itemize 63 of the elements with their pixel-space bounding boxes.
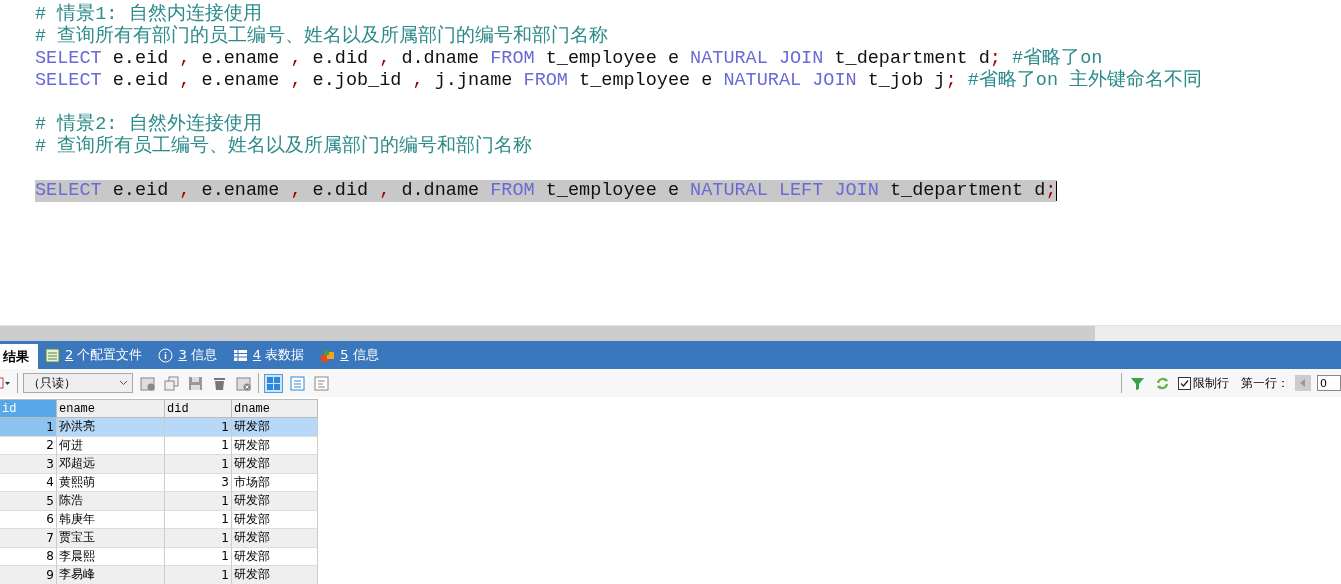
limit-rows-checkbox[interactable]: 限制行 xyxy=(1178,374,1229,392)
table-cell: 1 xyxy=(0,418,57,437)
text-view-icon xyxy=(314,375,329,391)
first-row-label: 第一行： xyxy=(1241,374,1289,392)
first-row-field[interactable]: 0 xyxy=(1317,375,1341,391)
horizontal-scrollbar[interactable] xyxy=(0,325,1341,341)
grid-view-button[interactable] xyxy=(264,373,283,393)
table-cell: 1 xyxy=(165,455,232,474)
code-line: # 查询所有员工编号、姓名以及所属部门的编号和部门名称 xyxy=(35,136,533,158)
code-line: SELECT e.eid , e.ename , e.job_id , j.jname FROM t_employee e NATURAL JOIN t_job j; #省略了on 主外键命名不同 xyxy=(35,70,1203,92)
result-tab[interactable]: 3 信息 xyxy=(155,341,226,369)
table-cell: 研发部 xyxy=(232,529,318,548)
column-header[interactable]: ename xyxy=(57,400,165,418)
table-icon xyxy=(45,347,60,363)
table-cell: 3 xyxy=(0,455,57,474)
chevron-down-icon xyxy=(119,380,128,386)
table-cell: 1 xyxy=(165,418,232,437)
code-line: # 查询所有有部门的员工编号、姓名以及所属部门的编号和部门名称 xyxy=(35,26,609,48)
check-icon xyxy=(1180,378,1189,388)
info-icon xyxy=(158,347,174,363)
code-line: # 情景2: 自然外连接使用 xyxy=(35,114,262,135)
grid-view-icon xyxy=(266,375,281,391)
code-line: # 情景1: 自然内连接使用 xyxy=(35,4,262,25)
table-cell: 1 xyxy=(165,566,232,584)
table-cell: 孙洪亮 xyxy=(57,418,165,437)
left-arrow-icon xyxy=(1300,379,1306,387)
text-view-button[interactable] xyxy=(312,373,331,393)
result-tab[interactable]: 5 信息 xyxy=(317,341,388,369)
save-icon xyxy=(188,375,203,391)
form-view-button[interactable] xyxy=(288,373,307,393)
text-cursor xyxy=(1056,181,1058,201)
column-header[interactable]: did xyxy=(165,400,232,418)
refresh-icon xyxy=(1155,375,1170,391)
table-cell: 研发部 xyxy=(232,455,318,474)
export-dropdown[interactable] xyxy=(0,375,12,391)
result-tab[interactable]: 结果 xyxy=(0,344,38,369)
table-cell: 9 xyxy=(0,566,57,584)
result-tab[interactable]: 4 表数据 xyxy=(229,341,314,369)
table-cell: 研发部 xyxy=(232,418,318,437)
table-cell: 陈浩 xyxy=(57,492,165,511)
table-cell: 邓超远 xyxy=(57,455,165,474)
trash-icon xyxy=(212,375,227,391)
table-cell: 1 xyxy=(165,529,232,548)
table-cell: 贾宝玉 xyxy=(57,529,165,548)
result-tab[interactable]: 2 个配置文件 xyxy=(42,341,152,369)
form-view-icon xyxy=(290,375,305,391)
grid-icon xyxy=(232,347,248,363)
cancel-icon xyxy=(236,375,251,391)
table-cell: 5 xyxy=(0,492,57,511)
mode-select[interactable]: （只读） xyxy=(23,373,133,393)
table-cell: 研发部 xyxy=(232,566,318,584)
code-line: SELECT e.eid , e.ename , e.did , d.dname FROM t_employee e NATURAL JOIN t_department d; #省略了on xyxy=(35,48,1103,69)
column-header[interactable]: dname xyxy=(232,400,318,418)
table-cell: 1 xyxy=(165,492,232,511)
table-cell: 李易峰 xyxy=(57,566,165,584)
table-cell: 7 xyxy=(0,529,57,548)
duplicate-button[interactable] xyxy=(162,373,181,393)
add-row-icon xyxy=(140,375,155,391)
funnel-icon xyxy=(1130,375,1145,391)
duplicate-icon xyxy=(164,375,179,391)
table-cell: 研发部 xyxy=(232,492,318,511)
blocks-icon xyxy=(320,347,336,363)
previous-button[interactable] xyxy=(1295,375,1311,391)
